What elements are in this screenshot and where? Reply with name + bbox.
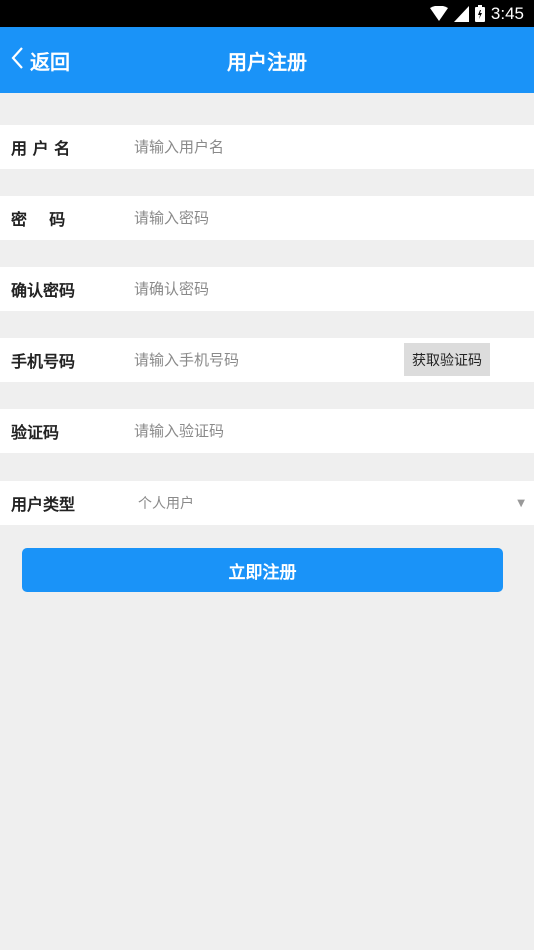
user-type-row: 用户类型 个人用户 ▼ — [0, 481, 534, 525]
user-type-value: 个人用户 — [138, 496, 194, 512]
status-bar: 3:45 — [0, 0, 534, 27]
user-type-select[interactable]: 个人用户 ▼ — [134, 481, 534, 525]
phone-input[interactable] — [134, 342, 384, 378]
back-button[interactable]: 返回 — [10, 27, 70, 93]
confirm-password-label: 确认密码 — [11, 281, 76, 300]
username-label: 用 户 名 — [11, 139, 71, 158]
get-code-button[interactable]: 获取验证码 — [404, 343, 490, 376]
password-input[interactable] — [134, 200, 394, 236]
user-type-label: 用户类型 — [11, 495, 76, 514]
register-button[interactable]: 立即注册 — [22, 548, 503, 592]
chevron-left-icon — [10, 46, 24, 74]
password-label: 密 码 — [11, 210, 66, 229]
page-title: 用户注册 — [227, 49, 307, 74]
dropdown-arrow-icon: ▼ — [517, 497, 525, 509]
back-label: 返回 — [30, 49, 70, 74]
confirm-password-input[interactable] — [134, 271, 394, 307]
username-row: 用 户 名 — [0, 125, 534, 169]
battery-icon — [474, 5, 485, 22]
app-bar: 返回 用户注册 — [0, 27, 534, 93]
phone-label: 手机号码 — [11, 352, 76, 371]
phone-row: 手机号码 获取验证码 — [0, 338, 534, 382]
password-row: 密 码 — [0, 196, 534, 240]
signal-icon — [453, 5, 469, 22]
status-time: 3:45 — [490, 3, 524, 23]
code-label: 验证码 — [11, 423, 60, 442]
confirm-password-row: 确认密码 — [0, 267, 534, 311]
wifi-icon — [429, 5, 448, 22]
code-input[interactable] — [134, 413, 394, 449]
username-input[interactable] — [134, 129, 394, 165]
code-row: 验证码 — [0, 409, 534, 453]
